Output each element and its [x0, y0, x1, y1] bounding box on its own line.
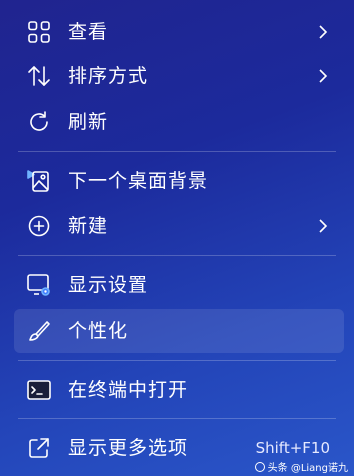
refresh-icon — [26, 109, 52, 135]
watermark-logo-icon — [254, 461, 265, 472]
menu-item-label: 新建 — [68, 215, 109, 237]
chevron-right-icon — [316, 24, 330, 40]
menu-item-label: 下一个桌面背景 — [68, 170, 209, 192]
plus-circle-icon — [26, 213, 52, 239]
menu-item-label: 显示更多选项 — [68, 437, 189, 459]
sort-icon — [26, 63, 52, 89]
context-menu: 查看 排序方式 刷新 下一个桌面背景 新建 显示设置 个性化 在终端中打开 显示… — [0, 0, 354, 476]
watermark: 头条 @Liang诺九 — [254, 459, 348, 474]
menu-item-display-settings[interactable]: 显示设置 — [14, 263, 344, 307]
chevron-right-icon — [316, 218, 330, 234]
menu-item-open-in-terminal[interactable]: 在终端中打开 — [14, 368, 344, 412]
separator — [18, 255, 336, 256]
menu-item-new[interactable]: 新建 — [14, 204, 344, 248]
menu-item-view[interactable]: 查看 — [14, 10, 344, 54]
watermark-text: 头条 @Liang诺九 — [267, 463, 348, 474]
display-settings-icon — [26, 272, 52, 298]
menu-item-label: 查看 — [68, 21, 109, 43]
menu-item-sort-by[interactable]: 排序方式 — [14, 54, 344, 98]
grid-icon — [26, 19, 52, 45]
menu-item-label: 刷新 — [68, 111, 109, 133]
menu-item-label: 个性化 — [68, 320, 129, 342]
menu-item-label: 在终端中打开 — [68, 379, 189, 401]
separator — [18, 360, 336, 361]
external-link-icon — [26, 435, 52, 461]
chevron-right-icon — [316, 68, 330, 84]
menu-item-label: 显示设置 — [68, 274, 149, 296]
menu-item-next-background[interactable]: 下一个桌面背景 — [14, 159, 344, 203]
separator — [18, 418, 336, 419]
menu-item-refresh[interactable]: 刷新 — [14, 100, 344, 144]
separator — [18, 151, 336, 152]
brush-icon — [26, 318, 52, 344]
menu-item-label: 排序方式 — [68, 65, 149, 87]
terminal-icon — [26, 377, 52, 403]
next-background-icon — [26, 168, 52, 194]
menu-item-personalize[interactable]: 个性化 — [14, 309, 344, 353]
